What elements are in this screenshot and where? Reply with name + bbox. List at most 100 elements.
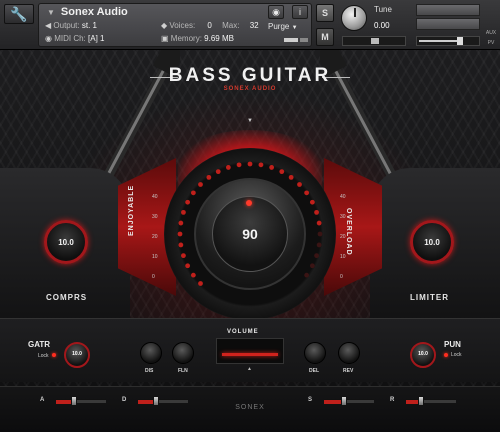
gatr-lock-led[interactable]: [52, 353, 56, 357]
pointer-icon: ▼: [247, 118, 253, 124]
dis-knob[interactable]: [140, 342, 162, 364]
dial-indicator: [246, 200, 252, 206]
dis-label: DIS: [145, 368, 154, 374]
led-dot: [198, 281, 203, 286]
midi-row[interactable]: ◉ MIDI Ch: [A] 1: [45, 34, 104, 43]
volume-fill: [419, 40, 459, 42]
led-dot: [314, 209, 319, 215]
tune-value: 0.00: [374, 21, 390, 30]
led-dot: [198, 182, 203, 187]
volume-bar[interactable]: [222, 353, 278, 356]
output-icon: ◀: [45, 21, 52, 30]
volume-display[interactable]: [216, 338, 284, 364]
instrument-title: BASS GUITAR: [168, 65, 332, 86]
expand-arrow-icon[interactable]: ▼: [47, 8, 55, 17]
volume-arrow-icon: ▲: [247, 366, 252, 372]
led-dot: [269, 165, 275, 170]
led-dot: [316, 242, 322, 248]
led-dot: [190, 272, 196, 278]
pun-value: 10.0: [418, 351, 428, 357]
attack-label: A: [40, 397, 45, 403]
info-icon[interactable]: i: [292, 5, 308, 19]
del-label: DEL: [309, 368, 319, 374]
fln-knob[interactable]: [172, 342, 194, 364]
led-dot: [304, 272, 310, 278]
tune-knob[interactable]: [341, 5, 367, 31]
wrench-icon[interactable]: 🔧: [4, 4, 34, 24]
rev-label: REV: [343, 368, 354, 374]
voices-row: ◆ Voices: 0 Max: 32: [161, 21, 259, 30]
left-tick: 30: [152, 214, 158, 220]
led-dot: [236, 162, 242, 168]
del-knob[interactable]: [304, 342, 326, 364]
gatr-lock-label: Lock: [38, 353, 49, 359]
left-tick: 0: [152, 274, 155, 280]
led-dot: [190, 190, 196, 196]
led-dot: [309, 199, 315, 205]
level-meter-left: [416, 4, 480, 16]
release-slider[interactable]: [406, 396, 456, 406]
led-dot: [316, 220, 322, 226]
pun-lock-label: Lock: [451, 352, 462, 358]
limiter-label: LIMITER: [410, 293, 449, 302]
led-dot: [178, 242, 184, 248]
output-row[interactable]: ◀ Output: st. 1: [45, 21, 97, 30]
volume-thumb[interactable]: [457, 37, 463, 45]
pan-thumb[interactable]: [371, 38, 379, 44]
left-tick: 40: [152, 194, 158, 200]
main-dial-value: 90: [242, 226, 258, 242]
led-dot: [314, 253, 319, 259]
right-tick: 0: [340, 274, 343, 280]
volume-slider[interactable]: [416, 36, 480, 46]
led-dot: [185, 263, 191, 269]
tune-label: Tune: [374, 5, 392, 14]
rev-knob[interactable]: [338, 342, 360, 364]
led-dot: [181, 253, 186, 259]
led-dot: [215, 169, 221, 175]
led-dot: [317, 231, 323, 237]
led-dot: [288, 174, 294, 180]
camera-icon[interactable]: ◉: [268, 5, 284, 19]
mute-button[interactable]: M: [316, 28, 334, 46]
led-dot: [225, 165, 231, 170]
attack-slider[interactable]: [56, 396, 106, 406]
level-meter-right: [416, 18, 480, 30]
comps-label: COMPRS: [46, 293, 88, 302]
slider-thumb[interactable]: [70, 396, 77, 406]
led-dot: [304, 190, 310, 196]
kontakt-header: 🔧 ▼ Sonex Audio ◀ Output: st. 1 ◉ MIDI Ch…: [0, 0, 500, 50]
right-tick: 40: [340, 194, 346, 200]
solo-button[interactable]: S: [316, 4, 334, 22]
purge-indicator: [284, 38, 298, 42]
pun-lock-led[interactable]: [444, 353, 448, 357]
pan-slider[interactable]: [342, 36, 406, 46]
led-dot: [178, 220, 184, 226]
sustain-slider[interactable]: [324, 396, 374, 406]
pv-label[interactable]: PV: [484, 40, 498, 46]
memory-icon: ▣: [161, 34, 169, 43]
led-dot: [309, 263, 315, 269]
decay-slider[interactable]: [138, 396, 188, 406]
midi-icon: ◉: [45, 34, 52, 43]
purge-indicator-2: [300, 38, 308, 42]
gatr-label: GATR: [28, 340, 51, 349]
volume-label: VOLUME: [227, 329, 259, 335]
sustain-label: S: [308, 397, 313, 403]
left-tick: 20: [152, 234, 158, 240]
led-dot: [247, 161, 253, 167]
instrument-panel: BASS GUITAR SONEX AUDIO ▼ ENJOYABLE OVER…: [0, 50, 500, 432]
purge-button[interactable]: Purge ▼: [268, 22, 298, 31]
limiter-value: 10.0: [424, 238, 440, 247]
memory-row: ▣ Memory: 9.69 MB: [161, 34, 234, 43]
right-tick: 10: [340, 254, 346, 260]
aux-label[interactable]: AUX: [484, 30, 498, 36]
instrument-name[interactable]: ▼ Sonex Audio: [47, 6, 128, 18]
slider-thumb[interactable]: [152, 396, 159, 406]
led-dot: [181, 209, 186, 215]
slider-thumb[interactable]: [418, 396, 424, 406]
brand-label: SONEX: [235, 404, 265, 411]
enjoyable-label: ENJOYABLE: [128, 184, 135, 236]
overload-label: OVERLOAD: [345, 208, 352, 256]
right-tick: 30: [340, 214, 346, 220]
slider-thumb[interactable]: [341, 396, 347, 406]
